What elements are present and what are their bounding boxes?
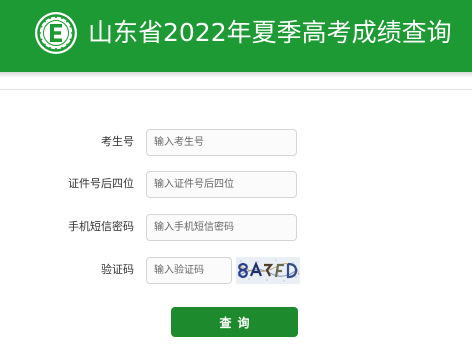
exam-authority-logo-icon	[35, 12, 77, 54]
captcha-image[interactable]	[236, 257, 300, 284]
captcha-input[interactable]	[146, 257, 232, 284]
id-last-four-label: 证件号后四位	[68, 177, 134, 190]
id-last-four-input[interactable]	[146, 171, 297, 198]
sms-password-input[interactable]	[146, 214, 297, 241]
page-title: 山东省2022年夏季高考成绩查询	[88, 18, 452, 47]
candidate-number-label: 考生号	[101, 135, 134, 148]
candidate-number-input[interactable]	[146, 129, 297, 156]
header-divider	[0, 89, 472, 90]
page-header: 山东省2022年夏季高考成绩查询	[0, 0, 472, 72]
header-shadow	[0, 72, 472, 78]
captcha-label: 验证码	[101, 263, 134, 276]
query-submit-button[interactable]: 查询	[171, 307, 298, 337]
sms-password-label: 手机短信密码	[68, 220, 134, 233]
